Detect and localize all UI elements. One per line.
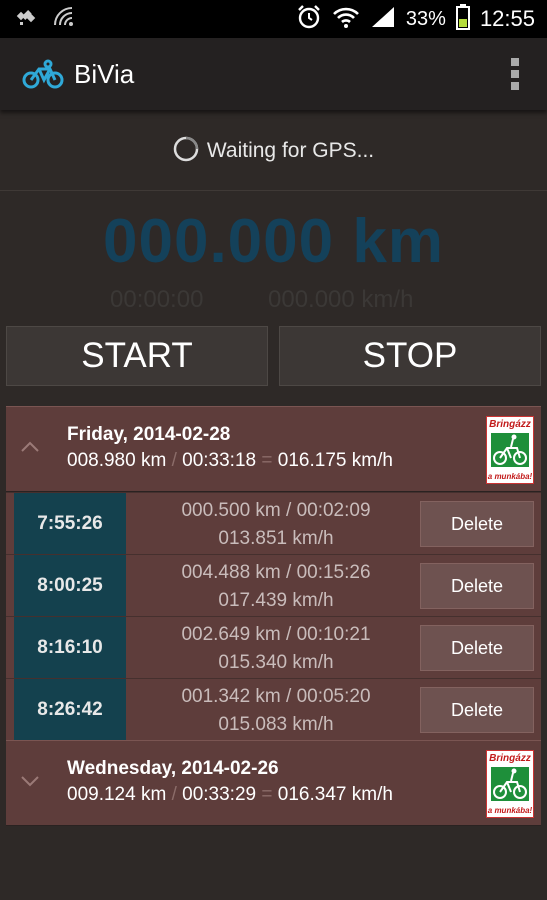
gps-icon [14,5,38,34]
separator: = [261,450,273,471]
day-speed: 016.347 km/h [277,784,393,805]
cyclist-icon [491,767,529,801]
chevron-down-icon[interactable] [20,773,40,787]
ride-speed: 017.439 km/h [218,590,334,611]
day-speed: 016.175 km/h [277,450,393,471]
battery-icon [455,3,470,35]
battery-percent: 33% [405,7,446,30]
ride-speed: 013.851 km/h [218,528,334,549]
cyclist-icon [491,433,529,467]
alarm-icon [296,4,322,35]
day-summary: 008.980 km / 00:33:18 = 016.175 km/h [67,450,393,472]
wifi-icon [332,5,360,34]
ride-row: 7:55:26 000.500 km / 00:02:09 013.851 km… [6,492,541,554]
separator: / [171,450,177,471]
app-title: BiVia [74,58,135,89]
day-group-header[interactable]: Friday, 2014-02-28 008.980 km / 00:33:18… [6,406,541,492]
day-summary: 009.124 km / 00:33:29 = 016.347 km/h [67,784,393,806]
delete-button[interactable]: Delete [420,687,534,733]
trip-list: Friday, 2014-02-28 008.980 km / 00:33:18… [6,406,541,826]
stop-button[interactable]: STOP [279,326,541,386]
signal-wave-icon [52,5,78,34]
ride-row: 8:26:42 001.342 km / 00:05:20 015.083 km… [6,678,541,740]
delete-button[interactable]: Delete [420,501,534,547]
overflow-menu-icon[interactable] [511,58,519,90]
separator: = [261,784,273,805]
delete-button[interactable]: Delete [420,563,534,609]
speed-readout: 000.000 km/h [268,286,414,313]
day-group-header[interactable]: Wednesday, 2014-02-26 009.124 km / 00:33… [6,740,541,826]
action-bar: BiVia [0,38,547,110]
day-title: Friday, 2014-02-28 [67,424,231,445]
ride-row: 8:00:25 004.488 km / 00:15:26 017.439 km… [6,554,541,616]
chevron-up-icon[interactable] [20,439,40,453]
ride-start-time: 8:26:42 [14,679,126,740]
ride-start-time: 7:55:26 [14,493,126,554]
day-title: Wednesday, 2014-02-26 [67,758,279,779]
separator: / [171,784,177,805]
clock: 12:55 [479,6,535,31]
ride-distance-duration: 004.488 km / 00:15:26 [181,562,371,583]
day-distance: 009.124 km [67,784,167,805]
gps-status: Waiting for GPS... [0,112,547,191]
ride-distance-duration: 000.500 km / 00:02:09 [181,500,371,521]
start-button[interactable]: START [6,326,268,386]
distance-readout: 000.000 km [103,207,444,276]
ride-start-time: 8:00:25 [14,555,126,616]
ride-speed: 015.340 km/h [218,652,334,673]
bringazz-logo: Bringázz a munkába! [486,416,534,484]
gps-status-text: Waiting for GPS... [206,139,375,162]
cell-signal-icon [370,5,396,34]
bringazz-logo: Bringázz a munkába! [486,750,534,818]
ride-speed: 015.083 km/h [218,714,334,735]
ride-start-time: 8:16:10 [14,617,126,678]
bicycle-icon [22,59,64,89]
status-bar: 33% 12:55 [0,0,547,38]
loading-spinner-icon [173,136,199,167]
day-duration: 00:33:29 [182,784,257,805]
ride-row: 8:16:10 002.649 km / 00:10:21 015.340 km… [6,616,541,678]
day-distance: 008.980 km [67,450,167,471]
ride-distance-duration: 002.649 km / 00:10:21 [181,624,371,645]
delete-button[interactable]: Delete [420,625,534,671]
ride-distance-duration: 001.342 km / 00:05:20 [181,686,371,707]
day-duration: 00:33:18 [182,450,257,471]
elapsed-time: 00:00:00 [110,286,204,313]
